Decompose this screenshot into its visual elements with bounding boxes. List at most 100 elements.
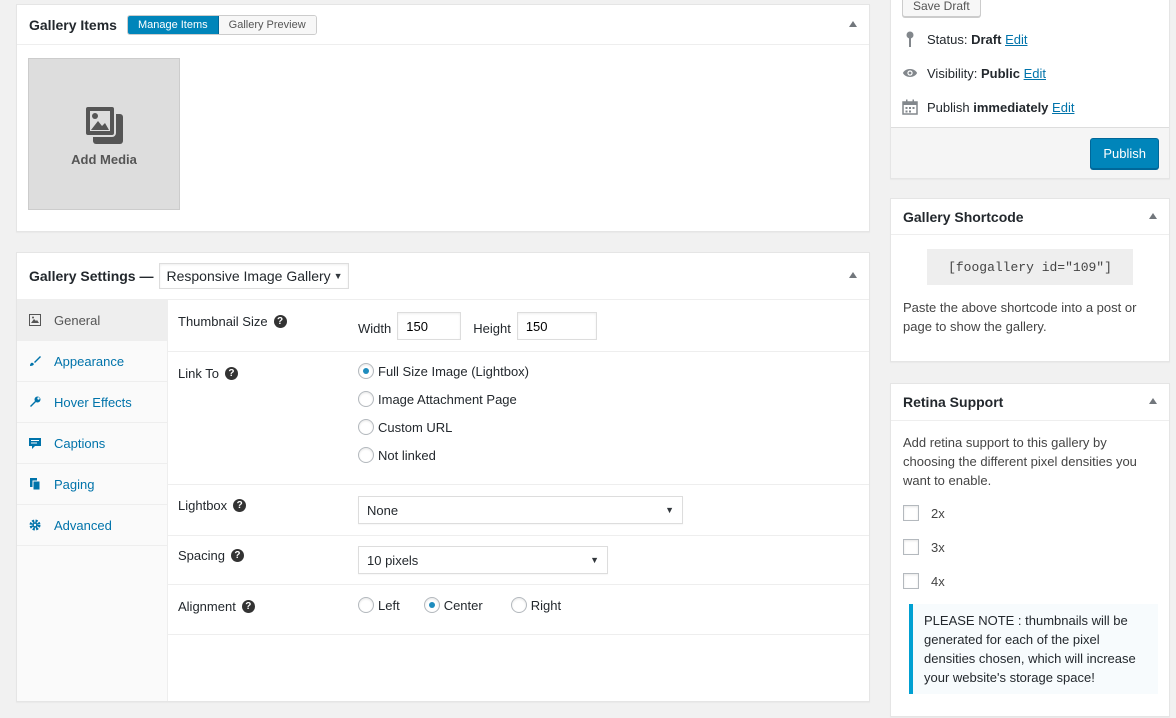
- edit-publish-date-link[interactable]: Edit: [1052, 100, 1074, 115]
- chevron-down-icon: ▼: [590, 555, 599, 565]
- retina-support-box: Retina Support Add retina support to thi…: [890, 383, 1170, 717]
- thumbnail-size-text: Thumbnail Size: [178, 314, 268, 329]
- option-label: Custom URL: [378, 419, 453, 435]
- tab-hover-effects[interactable]: Hover Effects: [17, 382, 167, 423]
- alignment-option[interactable]: Left: [358, 591, 400, 619]
- retina-support-title: Retina Support: [903, 394, 1004, 410]
- gallery-items-header[interactable]: Gallery Items Manage Items Gallery Previ…: [17, 5, 869, 45]
- collapse-toggle-icon[interactable]: [849, 272, 857, 278]
- collapse-toggle-icon[interactable]: [849, 20, 857, 27]
- gallery-items-view-toggle: Manage Items Gallery Preview: [126, 14, 317, 35]
- publish-value: immediately: [973, 99, 1049, 115]
- alignment-option[interactable]: Center: [423, 591, 483, 619]
- retina-notice: PLEASE NOTE : thumbnails will be generat…: [909, 604, 1158, 694]
- help-icon[interactable]: ?: [230, 549, 244, 562]
- edit-status-link[interactable]: Edit: [1005, 32, 1027, 47]
- retina-option[interactable]: 3x: [891, 530, 1169, 564]
- help-icon[interactable]: ?: [273, 315, 287, 328]
- tab-general[interactable]: General: [17, 300, 167, 341]
- radio-checked[interactable]: [358, 363, 374, 379]
- shortcode-help-text: Paste the above shortcode into a post or…: [903, 300, 1137, 334]
- lightbox-value: None: [367, 502, 399, 518]
- option-label: Image Attachment Page: [378, 391, 517, 407]
- link-to-option[interactable]: Not linked: [358, 441, 529, 469]
- lightbox-label: Lightbox ?: [178, 498, 247, 513]
- media-icon: [84, 104, 123, 144]
- pages-icon: [28, 477, 42, 491]
- radio[interactable]: [358, 447, 374, 463]
- visibility-row: Visibility: Public Edit: [902, 65, 1046, 81]
- status-row: Status: Draft Edit: [902, 31, 1027, 47]
- link-to-row: Link To ? Full Size Image (Lightbox) Ima…: [168, 352, 869, 485]
- option-label: Not linked: [378, 447, 436, 463]
- link-to-option[interactable]: Full Size Image (Lightbox): [358, 357, 529, 385]
- chevron-down-icon: ▼: [665, 505, 674, 515]
- tab-label: Advanced: [54, 517, 112, 533]
- thumbnail-height-input[interactable]: [516, 312, 597, 340]
- option-label: Right: [530, 597, 562, 613]
- spacing-label: Spacing ?: [178, 548, 244, 563]
- publish-box: Save Draft Status: Draft Edit Visibility…: [890, 0, 1170, 179]
- spacing-value: 10 pixels: [367, 552, 419, 568]
- edit-visibility-link[interactable]: Edit: [1024, 66, 1046, 81]
- spacing-text: Spacing: [178, 548, 225, 563]
- tab-advanced[interactable]: Advanced: [17, 505, 167, 546]
- alignment-label: Alignment ?: [178, 599, 255, 614]
- retina-support-header[interactable]: Retina Support: [891, 384, 1169, 421]
- gallery-items-title: Gallery Items: [29, 16, 117, 33]
- height-label: Height: [473, 320, 511, 336]
- help-icon[interactable]: ?: [224, 367, 238, 380]
- gallery-settings-header[interactable]: Gallery Settings — Responsive Image Gall…: [17, 253, 869, 300]
- tab-label: Paging: [54, 476, 95, 492]
- checkbox[interactable]: [903, 505, 919, 521]
- collapse-toggle-icon[interactable]: [1149, 212, 1157, 219]
- lightbox-text: Lightbox: [178, 498, 228, 513]
- publish-label: Publish: [927, 99, 970, 115]
- link-to-text: Link To: [178, 366, 219, 381]
- radio[interactable]: [358, 419, 374, 435]
- radio-checked[interactable]: [423, 597, 440, 613]
- tab-captions[interactable]: Captions: [17, 423, 167, 464]
- save-draft-button[interactable]: Save Draft: [902, 0, 981, 17]
- radio[interactable]: [358, 391, 374, 407]
- link-to-option[interactable]: Image Attachment Page: [358, 385, 529, 413]
- lightbox-select[interactable]: None ▼: [358, 496, 683, 524]
- gallery-settings-title: Gallery Settings —: [29, 268, 154, 284]
- collapse-toggle-icon[interactable]: [1149, 398, 1157, 404]
- tab-label: Hover Effects: [54, 394, 132, 410]
- link-to-option[interactable]: Custom URL: [358, 413, 529, 441]
- checkbox[interactable]: [903, 573, 919, 589]
- manage-items-tab[interactable]: Manage Items: [127, 15, 219, 34]
- help-icon[interactable]: ?: [241, 600, 255, 613]
- status-value: Draft: [971, 31, 1002, 47]
- shortcode-text[interactable]: [foogallery id="109"]: [927, 249, 1133, 285]
- thumbnail-width-input[interactable]: [397, 312, 462, 340]
- option-label: Left: [378, 597, 400, 613]
- add-media-label: Add Media: [71, 151, 137, 167]
- tab-appearance[interactable]: Appearance: [17, 341, 167, 382]
- option-label: Full Size Image (Lightbox): [378, 363, 530, 379]
- gallery-template-select[interactable]: Responsive Image Gallery ▼: [159, 263, 350, 289]
- checkbox[interactable]: [903, 539, 919, 555]
- gallery-items-box: Gallery Items Manage Items Gallery Previ…: [16, 4, 870, 232]
- radio[interactable]: [358, 597, 374, 613]
- gallery-settings-box: Gallery Settings — Responsive Image Gall…: [16, 252, 870, 702]
- image-icon: [28, 313, 42, 327]
- spacing-select[interactable]: 10 pixels ▼: [358, 546, 608, 574]
- alignment-option[interactable]: Right: [510, 591, 562, 619]
- add-media-button[interactable]: Add Media: [28, 58, 180, 210]
- gallery-preview-tab[interactable]: Gallery Preview: [218, 15, 316, 34]
- eye-icon: [902, 65, 918, 81]
- retina-option[interactable]: 2x: [891, 496, 1169, 530]
- settings-general-panel: Thumbnail Size ? Width Height Link To ? …: [168, 300, 869, 635]
- publish-button[interactable]: Publish: [1090, 138, 1159, 169]
- retina-option[interactable]: 4x: [891, 564, 1169, 598]
- help-icon[interactable]: ?: [233, 499, 247, 512]
- tab-paging[interactable]: Paging: [17, 464, 167, 505]
- gallery-shortcode-header[interactable]: Gallery Shortcode: [891, 199, 1169, 235]
- chevron-down-icon: ▼: [333, 271, 343, 281]
- settings-tabs: General Appearance Hover Effects Caption…: [17, 300, 168, 701]
- calendar-icon: [902, 99, 918, 115]
- radio[interactable]: [510, 597, 527, 613]
- spacing-row: Spacing ? 10 pixels ▼: [168, 536, 869, 585]
